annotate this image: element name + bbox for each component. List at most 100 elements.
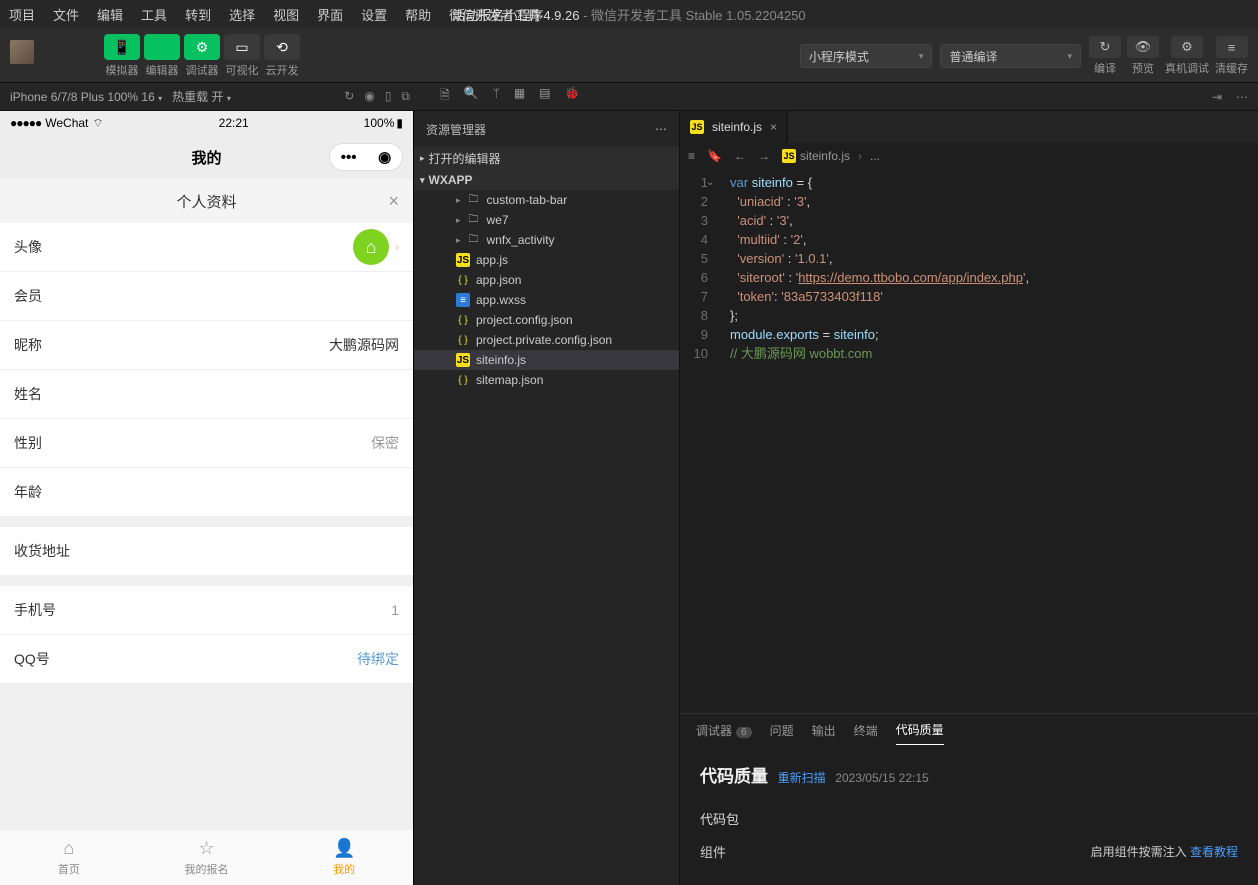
file-sitemap.json[interactable]: { }sitemap.json: [414, 370, 679, 390]
menu-view[interactable]: 视图: [264, 5, 308, 24]
profile-row-会员[interactable]: 会员: [0, 272, 413, 321]
battery-icon: ▮: [396, 116, 403, 130]
menu-edit[interactable]: 编辑: [88, 5, 132, 24]
toolbar-btn-可视化[interactable]: ▭可视化: [224, 34, 260, 78]
outline-icon[interactable]: ▤: [539, 86, 550, 107]
refresh-icon[interactable]: ↻: [344, 89, 354, 104]
debug-icon[interactable]: 🐞: [565, 86, 580, 107]
component-hint: 启用组件按需注入 查看教程: [1091, 843, 1238, 860]
folder-icon: 🗀: [467, 213, 481, 227]
menu-project[interactable]: 项目: [0, 5, 44, 24]
menu-settings[interactable]: 设置: [352, 5, 396, 24]
js-icon: JS: [456, 253, 470, 267]
json-icon: { }: [456, 273, 470, 287]
window-title: 活动报名小程序4.9.26 - 微信开发者工具 Stable 1.05.2204…: [452, 5, 805, 24]
file-app.json[interactable]: { }app.json: [414, 270, 679, 290]
tab-我的报名[interactable]: ☆我的报名: [138, 830, 276, 885]
nav-title: 我的: [191, 147, 221, 168]
file-siteinfo.js[interactable]: JSsiteinfo.js: [414, 350, 679, 370]
toolbar-btn-模拟器[interactable]: 📱模拟器: [104, 34, 140, 78]
profile-row-手机号[interactable]: 手机号1: [0, 586, 413, 635]
device-icon[interactable]: ▯: [385, 89, 392, 104]
explorer-more-icon[interactable]: ⋯: [655, 122, 667, 136]
branch-icon[interactable]: ᛘ: [493, 86, 500, 107]
rescan-link[interactable]: 重新扫描: [778, 771, 826, 785]
folder-custom-tab-bar[interactable]: ▸🗀custom-tab-bar: [414, 190, 679, 210]
menu-file[interactable]: 文件: [44, 5, 88, 24]
profile-row-QQ号[interactable]: QQ号待绑定: [0, 635, 413, 684]
profile-list[interactable]: 头像⌂›会员昵称大鹏源码网姓名性别保密年龄收货地址手机号1QQ号待绑定: [0, 223, 413, 829]
compile-dropdown[interactable]: 普通编译▾: [940, 44, 1081, 68]
explorer-title: 资源管理器: [426, 121, 486, 138]
menu-help[interactable]: 帮助: [396, 5, 440, 24]
file-project.private.config.json[interactable]: { }project.private.config.json: [414, 330, 679, 350]
tutorial-link[interactable]: 查看教程: [1190, 845, 1238, 859]
tab-首页[interactable]: ⌂首页: [0, 830, 138, 885]
mode-dropdown[interactable]: 小程序模式▾: [800, 44, 933, 68]
nav-back-icon[interactable]: ←: [734, 149, 746, 163]
search-icon[interactable]: 🔍: [464, 86, 479, 107]
list-icon[interactable]: ≡: [688, 149, 695, 163]
tab-close-icon[interactable]: ×: [770, 120, 777, 134]
toolbar-right-预览[interactable]: 👁预览: [1127, 36, 1159, 76]
more-icon[interactable]: ⋯: [1236, 90, 1248, 104]
split-right-icon[interactable]: ⇥: [1212, 90, 1222, 104]
menu-tools[interactable]: 工具: [132, 5, 176, 24]
component-label: 组件: [700, 842, 726, 861]
toolbar-right-真机调试[interactable]: ⚙真机调试: [1165, 36, 1209, 76]
file-project.config.json[interactable]: { }project.config.json: [414, 310, 679, 330]
js-icon: JS: [782, 149, 796, 163]
wxss-icon: ≡: [456, 293, 470, 307]
btab-quality[interactable]: 代码质量: [896, 715, 944, 745]
profile-row-昵称[interactable]: 昵称大鹏源码网: [0, 321, 413, 370]
scan-timestamp: 2023/05/15 22:15: [835, 771, 928, 785]
sim-time: 22:21: [219, 116, 249, 130]
folder-we7[interactable]: ▸🗀we7: [414, 210, 679, 230]
toolbar: 📱模拟器编辑器⚙调试器▭可视化⟲云开发 小程序模式▾ 普通编译▾ ↻编译👁预览⚙…: [0, 28, 1258, 83]
editor-panel: JS siteinfo.js × ≡ 🔖 ← → JSsiteinfo.js›.…: [680, 111, 1258, 885]
tab-我的[interactable]: 👤我的: [275, 830, 413, 885]
menu-goto[interactable]: 转到: [176, 5, 220, 24]
toolbar-btn-调试器[interactable]: ⚙调试器: [184, 34, 220, 78]
toolbar-right-编译[interactable]: ↻编译: [1089, 36, 1121, 76]
btab-problems[interactable]: 问题: [770, 716, 794, 745]
nav-fwd-icon[interactable]: →: [758, 149, 770, 163]
page-title: 个人资料: [176, 191, 236, 212]
editor-tab-siteinfo[interactable]: JS siteinfo.js ×: [680, 111, 788, 143]
sim-tabbar: ⌂首页☆我的报名👤我的: [0, 829, 413, 885]
capsule-button[interactable]: •••◉: [329, 143, 403, 171]
profile-row-性别[interactable]: 性别保密: [0, 419, 413, 468]
record-icon[interactable]: ◉: [364, 89, 374, 104]
toolbar-btn-云开发[interactable]: ⟲云开发: [264, 34, 300, 78]
js-icon: JS: [456, 353, 470, 367]
files-icon[interactable]: 🗎: [440, 86, 450, 107]
bookmark-icon[interactable]: 🔖: [707, 149, 722, 163]
breadcrumb: ≡ 🔖 ← → JSsiteinfo.js›...: [680, 143, 1258, 169]
open-editors-section[interactable]: ▸打开的编辑器: [414, 147, 679, 170]
pkg-section-title: 代码包: [700, 809, 1238, 828]
close-icon[interactable]: ×: [388, 191, 399, 212]
profile-row-年龄[interactable]: 年龄: [0, 468, 413, 517]
menu-select[interactable]: 选择: [220, 5, 264, 24]
toolbar-btn-编辑器[interactable]: 编辑器: [144, 34, 180, 78]
file-app.wxss[interactable]: ≡app.wxss: [414, 290, 679, 310]
profile-row-姓名[interactable]: 姓名: [0, 370, 413, 419]
btab-terminal[interactable]: 终端: [854, 716, 878, 745]
code-editor[interactable]: 12345678910 ⌄var siteinfo = { 'uniacid' …: [680, 169, 1258, 713]
avatar-icon: ⌂: [353, 229, 389, 265]
btab-debugger[interactable]: 调试器6: [696, 716, 752, 745]
profile-row-头像[interactable]: 头像⌂›: [0, 223, 413, 272]
extensions-icon[interactable]: ▦: [514, 86, 525, 107]
toolbar-right-清缓存[interactable]: ≡清缓存: [1215, 36, 1248, 76]
file-app.js[interactable]: JSapp.js: [414, 250, 679, 270]
user-avatar[interactable]: [10, 40, 34, 64]
folder-wnfx_activity[interactable]: ▸🗀wnfx_activity: [414, 230, 679, 250]
profile-row-收货地址[interactable]: 收货地址: [0, 527, 413, 576]
popout-icon[interactable]: ⧉: [401, 89, 410, 104]
menu-ui[interactable]: 界面: [308, 5, 352, 24]
hot-reload-toggle[interactable]: 热重载 开 ▾: [172, 88, 231, 105]
root-folder[interactable]: ▾WXAPP: [414, 170, 679, 190]
device-selector[interactable]: iPhone 6/7/8 Plus 100% 16 ▾: [10, 90, 162, 104]
js-icon: JS: [690, 120, 704, 134]
btab-output[interactable]: 输出: [812, 716, 836, 745]
